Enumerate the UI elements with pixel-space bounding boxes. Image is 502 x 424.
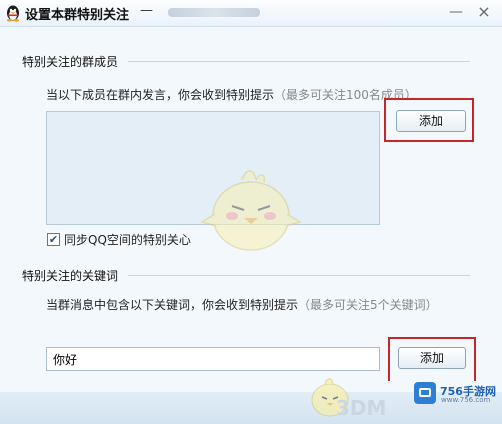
watermark-url: www.756.com: [441, 396, 491, 404]
site-logo-icon: [414, 382, 436, 404]
add-keyword-highlight-box: [388, 337, 476, 381]
minimize-icon[interactable]: —: [446, 3, 466, 21]
window-title: 设置本群特别关注: [25, 8, 130, 23]
members-description: 当以下成员在群内发言，你会收到特别提示（最多可关注100名成员）: [46, 86, 417, 103]
qq-penguin-icon: [6, 5, 20, 22]
close-icon[interactable]: ×: [474, 3, 494, 21]
title-bar[interactable]: 设置本群特别关注 — — ×: [0, 0, 502, 27]
title-separator: —: [140, 3, 153, 18]
keywords-section-divider: [128, 275, 470, 276]
keywords-description: 当群消息中包含以下关键词，你会收到特别提示（最多可关注5个关键词）: [46, 296, 438, 313]
watermark-3dm: 3DM: [336, 396, 387, 420]
settings-window: 设置本群特别关注 — — × 特别关注的群成员 当以下成员在群内发言，你会收到特…: [0, 0, 502, 424]
chick-mascot-icon: [200, 170, 302, 251]
keywords-limit-hint: （最多可关注5个关键词）: [298, 298, 438, 312]
members-description-text: 当以下成员在群内发言，你会收到特别提示: [46, 88, 275, 102]
sync-qzone-checkbox[interactable]: ✔: [47, 233, 60, 246]
keyword-input[interactable]: [46, 347, 380, 371]
group-name-blurred: [168, 8, 260, 17]
checkbox-check-icon: ✔: [48, 233, 59, 246]
keywords-section-title: 特别关注的关键词: [22, 269, 119, 283]
keywords-description-text: 当群消息中包含以下关键词，你会收到特别提示: [46, 298, 299, 312]
members-section-divider: [128, 61, 470, 62]
members-section-title: 特别关注的群成员: [22, 55, 119, 69]
add-member-highlight-box: [384, 98, 474, 142]
sync-qzone-label[interactable]: 同步QQ空间的特别关心: [64, 231, 191, 248]
